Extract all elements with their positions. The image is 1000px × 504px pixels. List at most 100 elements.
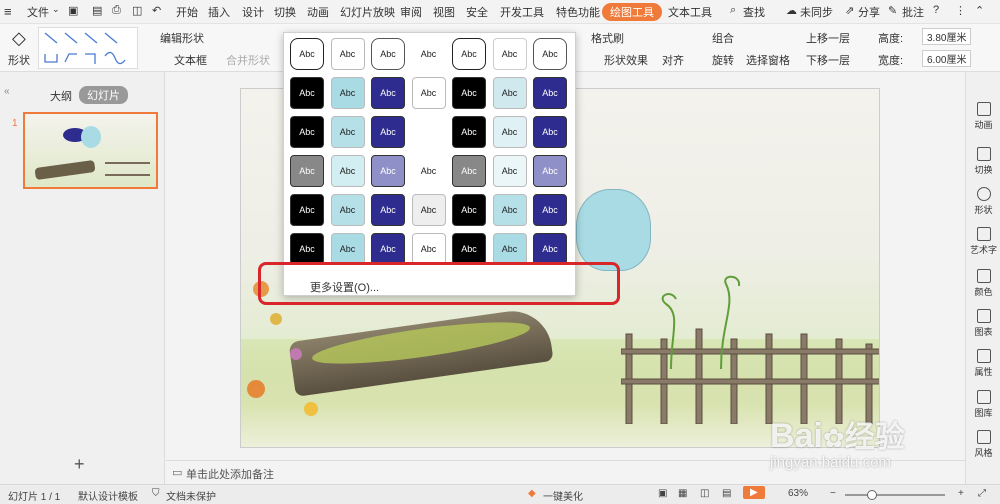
protection-status[interactable]: 文档未保护	[166, 488, 216, 503]
style-swatch[interactable]: Abc	[371, 233, 405, 265]
style-swatch[interactable]: Abc	[371, 38, 405, 70]
sidebar-wordart[interactable]: 艺术字	[966, 227, 1000, 256]
style-swatch[interactable]: Abc	[290, 77, 324, 109]
style-swatch[interactable]: Abc	[492, 194, 527, 226]
group-button[interactable]: 组合	[712, 30, 734, 46]
tab-view[interactable]: 视图	[433, 4, 455, 20]
style-swatch[interactable]: Abc	[533, 194, 567, 226]
undo-icon[interactable]: ↶	[152, 4, 161, 17]
sidebar-animation[interactable]: 动画	[966, 102, 1000, 131]
pdf-icon[interactable]: ▤	[92, 4, 102, 17]
edit-shape-button[interactable]: 编辑形状	[160, 30, 204, 46]
style-swatch[interactable]: Abc	[452, 77, 486, 109]
style-swatch[interactable]: Abc	[330, 194, 365, 226]
normal-view-icon[interactable]: ▣	[658, 488, 667, 499]
style-swatch[interactable]: Abc	[371, 116, 405, 148]
reading-view-icon[interactable]: ◫	[700, 488, 709, 499]
style-swatch[interactable]: Abc	[290, 116, 324, 148]
beautify-button[interactable]: 一键美化	[543, 488, 583, 503]
style-swatch[interactable]: Abc	[492, 116, 527, 148]
sidebar-shape[interactable]: 形状	[966, 187, 1000, 216]
merge-shape-button[interactable]: 合并形状	[226, 52, 270, 68]
share-button[interactable]: 分享	[858, 4, 880, 20]
style-swatch[interactable]: Abc	[452, 194, 486, 226]
style-swatch[interactable]: Abc	[330, 155, 365, 187]
collapse-icon[interactable]: ⌃	[975, 4, 984, 17]
style-swatch[interactable]: Abc	[371, 194, 405, 226]
save-icon[interactable]: ▣	[68, 4, 78, 17]
style-swatch[interactable]: Abc	[290, 38, 324, 70]
tab-drawing-tools[interactable]: 绘图工具	[602, 3, 662, 21]
sidebar-transition[interactable]: 切换	[966, 147, 1000, 176]
annotate-button[interactable]: 批注	[902, 4, 924, 20]
width-input[interactable]: 6.00厘米	[922, 50, 972, 67]
tab-text-tools[interactable]: 文本工具	[668, 4, 712, 20]
style-swatch[interactable]: Abc	[452, 116, 486, 148]
style-swatch[interactable]: Abc	[452, 155, 486, 187]
tab-transition[interactable]: 切换	[274, 4, 296, 20]
hamburger-icon[interactable]: ≡	[4, 4, 12, 19]
style-swatch[interactable]: Abc	[330, 77, 365, 109]
tab-slides[interactable]: 幻灯片	[79, 86, 128, 104]
zoom-slider[interactable]	[845, 490, 945, 500]
tab-features[interactable]: 特色功能	[556, 4, 600, 20]
style-swatch[interactable]: Abc	[290, 233, 324, 265]
sidebar-properties[interactable]: 属性	[966, 349, 1000, 378]
tab-developer[interactable]: 开发工具	[500, 4, 544, 20]
tab-animation[interactable]: 动画	[307, 4, 329, 20]
style-swatch[interactable]: Abc	[492, 233, 527, 265]
align-button[interactable]: 对齐	[662, 52, 684, 68]
sidebar-chart[interactable]: 图表	[966, 309, 1000, 338]
style-swatch[interactable]: Abc	[452, 233, 486, 265]
style-swatch[interactable]: Abc	[290, 194, 324, 226]
collapse-panel-icon[interactable]: «	[4, 86, 10, 97]
more-icon[interactable]: ⋮	[955, 4, 966, 17]
tab-slideshow[interactable]: 幻灯片放映	[340, 4, 395, 20]
template-name[interactable]: 默认设计模板	[78, 488, 138, 503]
grid-view-icon[interactable]: ▦	[678, 488, 687, 499]
shape-effect-button[interactable]: 形状效果	[604, 52, 648, 68]
style-swatch[interactable]: Abc	[371, 77, 405, 109]
tab-start[interactable]: 开始	[176, 4, 198, 20]
style-swatch[interactable]: Abc	[411, 38, 446, 70]
style-swatch[interactable]: Abc	[411, 233, 446, 265]
style-swatch[interactable]: Abc	[533, 77, 567, 109]
style-swatch[interactable]: Abc	[452, 38, 486, 70]
format-brush-button[interactable]: 格式刷	[591, 30, 624, 46]
sidebar-color[interactable]: 颜色	[966, 269, 1000, 298]
menu-file[interactable]: 文件	[27, 4, 49, 20]
style-swatch[interactable]: Abc	[533, 38, 567, 70]
text-box-button[interactable]: 文本框	[174, 52, 207, 68]
tab-outline[interactable]: 大纲	[50, 88, 72, 104]
select-pane-button[interactable]: 选择窗格	[746, 52, 790, 68]
cloud-shape[interactable]	[576, 189, 651, 271]
preview-icon[interactable]: ◫	[132, 4, 142, 17]
tab-insert[interactable]: 插入	[208, 4, 230, 20]
style-swatch[interactable]: Abc	[533, 155, 567, 187]
tab-design[interactable]: 设计	[242, 4, 264, 20]
style-swatch[interactable]: Abc	[411, 77, 446, 109]
play-icon[interactable]: ▶	[743, 486, 765, 499]
help-icon[interactable]: ?	[933, 4, 939, 16]
search-icon[interactable]: ⌕	[730, 4, 736, 17]
bring-forward-button[interactable]: 上移一层	[806, 30, 850, 46]
shape-button[interactable]: 形状	[8, 52, 30, 68]
style-swatch[interactable]: Abc	[492, 38, 527, 70]
style-swatch[interactable]: Abc	[411, 194, 446, 226]
style-swatch[interactable]: Abc	[492, 155, 527, 187]
search-button[interactable]: 查找	[743, 4, 765, 20]
tab-security[interactable]: 安全	[466, 4, 488, 20]
add-slide-button[interactable]: +	[74, 454, 85, 475]
shape-icon[interactable]: ◇	[12, 28, 26, 49]
rotate-button[interactable]: 旋转	[712, 52, 734, 68]
height-input[interactable]: 3.80厘米	[922, 28, 972, 45]
line-shape-gallery[interactable]	[38, 27, 138, 69]
chevron-down-icon[interactable]: ⌄	[52, 4, 60, 15]
style-swatch[interactable]: Abc	[412, 155, 446, 187]
tab-review[interactable]: 审阅	[400, 4, 422, 20]
style-swatch[interactable]: Abc	[533, 233, 567, 265]
send-backward-button[interactable]: 下移一层	[806, 52, 850, 68]
style-swatch[interactable]: Abc	[371, 155, 405, 187]
style-swatch[interactable]: Abc	[492, 77, 527, 109]
style-swatch[interactable]: Abc	[330, 233, 365, 265]
